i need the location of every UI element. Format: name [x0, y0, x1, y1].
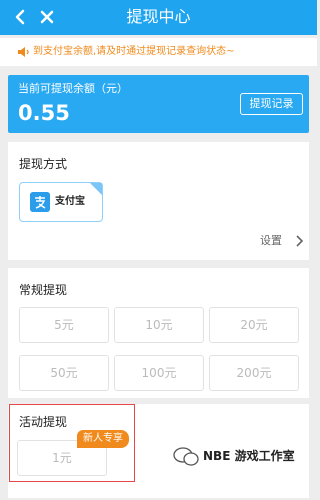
alipay-option[interactable]: 支付宝: [19, 182, 103, 222]
amount-option[interactable]: 20元: [209, 307, 299, 343]
method-title: 提现方式: [19, 157, 68, 171]
regular-withdraw-card: 常规提现 5元 10元 20元 50元 100元 200元: [8, 268, 309, 398]
notice-text: 到支付宝余额,请及时通过提现记录查询状态~: [33, 46, 235, 57]
amount-option[interactable]: 10元: [114, 307, 204, 343]
selected-corner-icon: [90, 183, 102, 195]
amount-option[interactable]: 5元: [19, 307, 109, 343]
settings-link[interactable]: 设置: [260, 232, 308, 250]
watermark: NBE 游戏工作室: [172, 440, 310, 492]
speaker-icon: [18, 47, 29, 57]
balance-label: 当前可提现余额（元）: [18, 82, 128, 95]
withdraw-method-card: 提现方式 支付宝 设置: [8, 142, 309, 260]
balance-card: 当前可提现余额（元） 0.55 提现记录: [8, 75, 309, 133]
withdraw-record-button[interactable]: 提现记录: [240, 93, 303, 115]
balance-amount: 0.55: [18, 101, 70, 125]
notice-bar: 到支付宝余额,请及时通过提现记录查询状态~: [0, 38, 317, 66]
alipay-icon: [30, 192, 50, 212]
regular-title: 常规提现: [19, 283, 68, 297]
top-bar: 提现中心: [0, 0, 317, 35]
alipay-label: 支付宝: [55, 196, 85, 207]
activity-title: 活动提现: [19, 415, 68, 429]
wechat-icon: [173, 447, 199, 466]
watermark-text: NBE 游戏工作室: [203, 449, 295, 463]
amount-option[interactable]: 100元: [114, 355, 204, 391]
amount-option[interactable]: 50元: [19, 355, 109, 391]
amount-option[interactable]: 200元: [209, 355, 299, 391]
new-user-badge: 新人专享: [77, 430, 129, 448]
page-title: 提现中心: [126, 7, 191, 26]
chevron-right-icon: [296, 235, 304, 247]
settings-label: 设置: [260, 234, 282, 247]
